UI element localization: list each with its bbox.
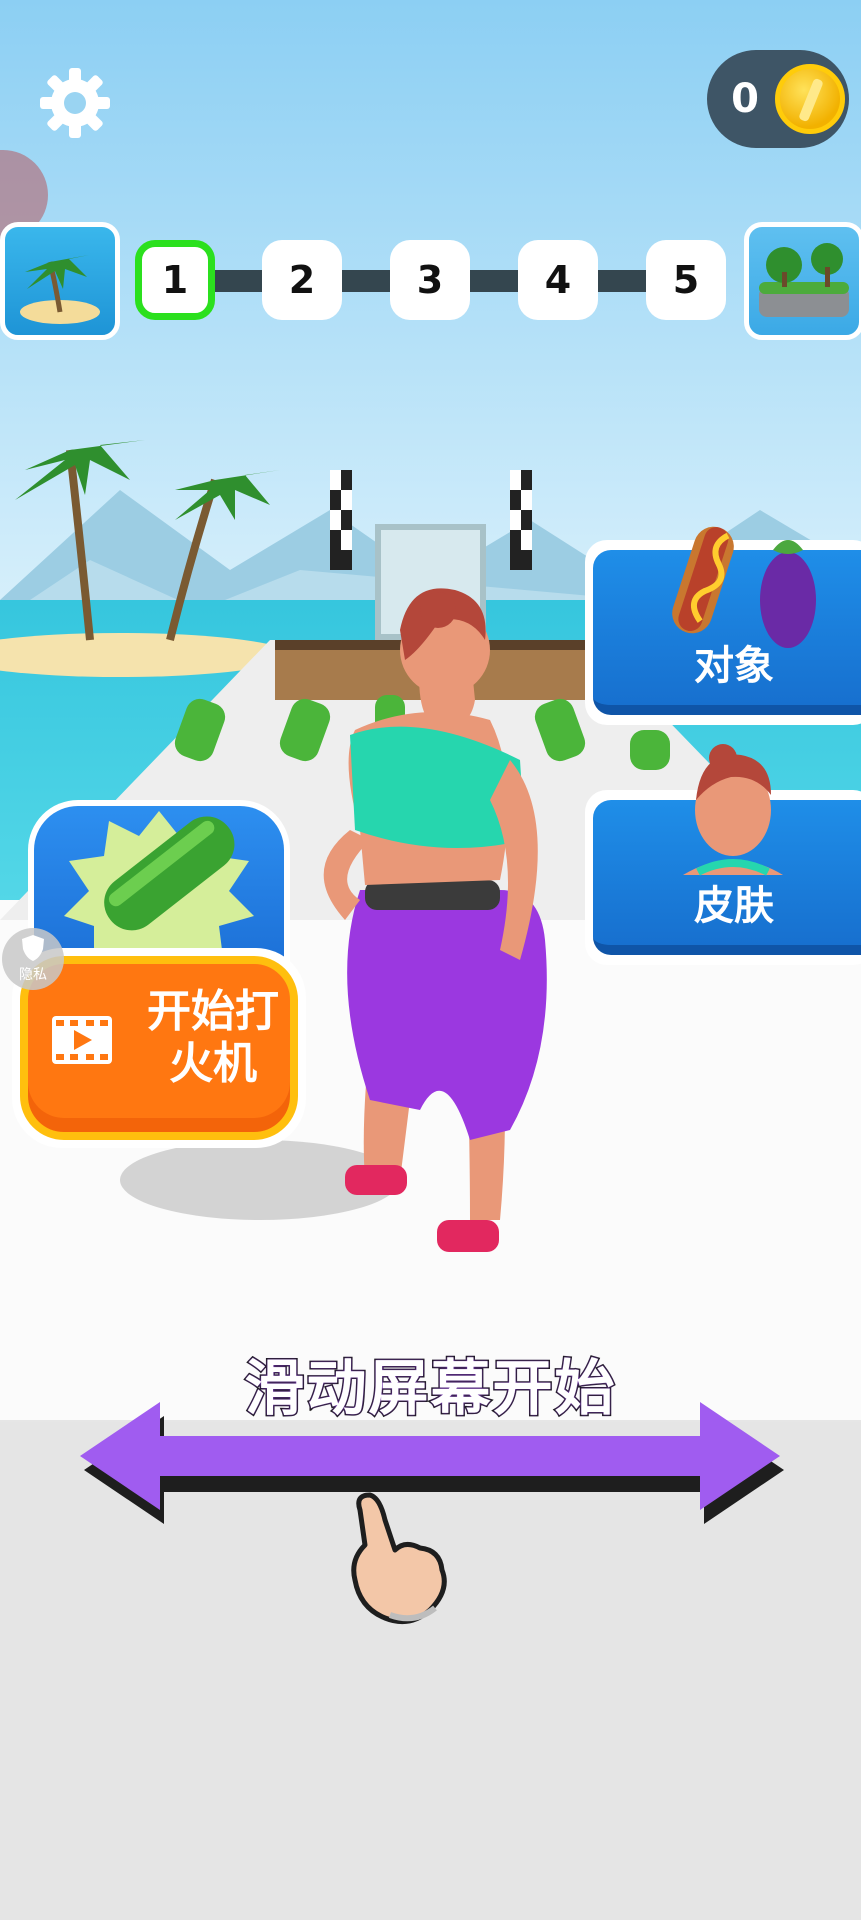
game-scene[interactable]: 0 1 2 3 4 5 对象 皮肤 开始打 火机 隐私 滑动屏幕开始 xyxy=(0,0,861,1920)
island-end-icon xyxy=(744,222,861,340)
character-face-icon xyxy=(683,744,783,876)
privacy-label: 隐私 xyxy=(19,967,47,983)
cucumber-powerup-card[interactable] xyxy=(28,800,290,970)
skin-shop-button[interactable]: 皮肤 xyxy=(585,744,861,965)
palm-trees xyxy=(66,449,219,641)
skin-panel: 皮肤 xyxy=(593,744,861,955)
coin-icon xyxy=(775,64,845,134)
level-step-2[interactable]: 2 xyxy=(262,240,342,320)
level-step-5[interactable]: 5 xyxy=(646,240,726,320)
privacy-button[interactable]: 隐私 xyxy=(2,928,64,990)
level-step-1[interactable]: 1 xyxy=(135,240,215,320)
level-step-3[interactable]: 3 xyxy=(390,240,470,320)
start-lighter-label-line1: 开始打 xyxy=(147,986,279,1037)
objects-panel: 对象 xyxy=(593,526,861,715)
hotdog-icon xyxy=(672,526,734,634)
objects-label: 对象 xyxy=(694,643,774,689)
gear-icon xyxy=(40,68,110,138)
start-lighter-label: 开始打 火机 xyxy=(128,986,298,1090)
settings-button[interactable] xyxy=(36,64,114,142)
eggplant-icon xyxy=(760,540,816,648)
start-lighter-label-line2: 火机 xyxy=(169,1038,257,1089)
level-step-4[interactable]: 4 xyxy=(518,240,598,320)
skin-label: 皮肤 xyxy=(694,883,774,929)
coin-count: 0 xyxy=(731,76,759,122)
objects-shop-button[interactable]: 对象 xyxy=(585,526,861,725)
film-icon xyxy=(52,1016,112,1064)
shield-icon xyxy=(22,935,44,961)
island-start-icon xyxy=(0,222,120,340)
pointing-hand-icon xyxy=(351,1492,447,1625)
coin-counter: 0 xyxy=(707,50,849,148)
